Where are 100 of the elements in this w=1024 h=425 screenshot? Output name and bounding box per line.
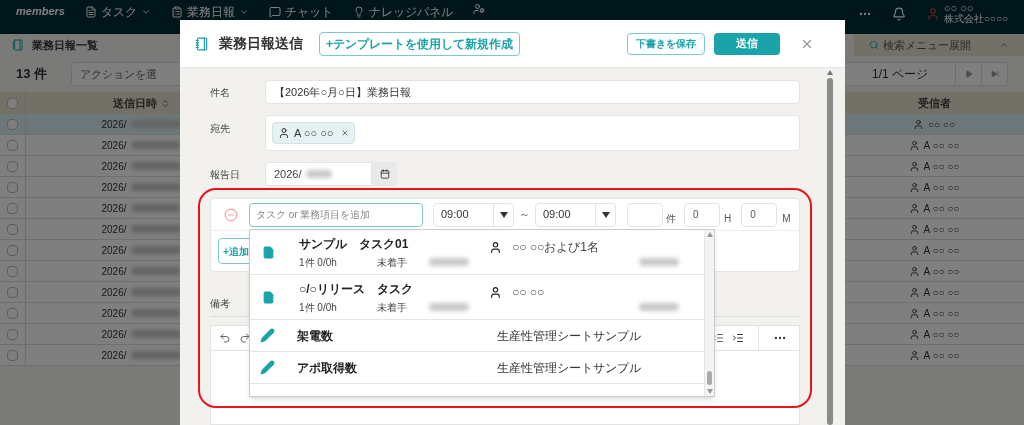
- hours-field[interactable]: 0: [684, 202, 720, 227]
- field-label: 宛先: [210, 122, 231, 136]
- scroll-up-icon[interactable]: [827, 70, 833, 75]
- time-separator: ～: [519, 207, 530, 223]
- avatar-icon: [908, 244, 920, 256]
- table-cell-text: A ○○ ○○: [923, 285, 960, 300]
- scroll-down-icon[interactable]: [706, 389, 713, 394]
- avatar-icon: [908, 265, 920, 277]
- table-cell-text: A ○○ ○○: [923, 201, 960, 216]
- checkbox[interactable]: [7, 244, 18, 256]
- minutes-field[interactable]: 0: [741, 202, 778, 227]
- checkbox[interactable]: [7, 139, 18, 151]
- nav-link[interactable]: タスク: [100, 3, 137, 21]
- undo-icon[interactable]: [219, 332, 231, 344]
- notification-icon[interactable]: [891, 7, 906, 21]
- checkbox[interactable]: [7, 265, 18, 277]
- table-cell-text: A ○○ ○○: [923, 159, 960, 174]
- task-search-field[interactable]: タスク or 業務項目を追加: [249, 202, 423, 227]
- company-name: 株式会社○○○○: [943, 14, 1008, 24]
- nav-link[interactable]: ナレッジパネル: [368, 3, 453, 21]
- sheet-name: 生産性管理シートサンプル: [497, 327, 641, 345]
- task-option[interactable]: ○/○リリース タスク 1件 0/0h 未着手 ○○ ○○: [250, 275, 704, 320]
- table-cell-text: A ○○ ○○: [923, 264, 960, 279]
- redo-icon[interactable]: [239, 332, 251, 344]
- scrollbar-thumb[interactable]: [707, 371, 712, 385]
- table-cell-text: A ○○ ○○: [923, 222, 960, 237]
- field-label: 備考: [210, 298, 230, 309]
- blurred-text: [305, 170, 332, 178]
- chat-icon: [268, 6, 281, 18]
- table-cell-text: A ○○ ○○: [923, 180, 960, 195]
- date-field[interactable]: 2026/: [265, 162, 372, 186]
- avatar-icon: [489, 285, 502, 299]
- blurred-text: [130, 141, 181, 149]
- avatar-icon: [908, 223, 920, 235]
- recipient-field[interactable]: A ○○ ○○: [265, 115, 800, 151]
- remove-row-icon[interactable]: [224, 207, 238, 222]
- book-icon: [12, 39, 24, 51]
- dialog-title: 業務日報送信: [219, 34, 303, 53]
- scroll-up-icon[interactable]: [706, 232, 713, 237]
- pencil-icon: [260, 360, 275, 375]
- avatar-icon: [908, 328, 920, 340]
- pencil-icon: [260, 328, 275, 343]
- task-title: サンプル タスク01: [299, 235, 410, 253]
- dialog-scrollbar[interactable]: [825, 70, 835, 425]
- item-title: アポ取得数: [297, 359, 358, 377]
- table-cell-text: 2026/: [101, 159, 127, 174]
- blurred-text: [130, 351, 181, 359]
- start-time-select[interactable]: 09:00: [433, 202, 514, 227]
- table-cell-text: 2026/: [101, 201, 127, 216]
- unit-label: M: [782, 212, 791, 226]
- blurred-text: [130, 204, 181, 212]
- recipient-chip[interactable]: A ○○ ○○: [272, 122, 356, 144]
- table-cell-text: 2026/: [101, 117, 127, 132]
- task-option[interactable]: サンプル タスク01 1件 0/0h 未着手 ○○ ○○および1名: [250, 230, 704, 275]
- document-icon: [262, 290, 275, 304]
- subject-field[interactable]: 【2026年○月○日】業務日報: [265, 80, 800, 104]
- logo[interactable]: members: [16, 3, 65, 20]
- person-gear-icon[interactable]: [472, 3, 485, 15]
- assignee-name: ○○ ○○: [512, 284, 545, 301]
- avatar-icon: [908, 160, 920, 172]
- checkbox[interactable]: [7, 202, 18, 214]
- table-cell-text: 2026/: [101, 264, 127, 279]
- avatar-icon: [908, 181, 920, 193]
- checkbox[interactable]: [7, 349, 18, 361]
- checkbox[interactable]: [7, 181, 18, 193]
- outdent-icon[interactable]: [712, 332, 724, 344]
- table-cell-text: A ○○ ○○: [923, 243, 960, 258]
- checkbox[interactable]: [7, 307, 18, 319]
- document-icon: [84, 6, 97, 18]
- blurred-text: [639, 258, 679, 266]
- page-indicator: 1/1 ページ: [871, 66, 929, 83]
- calendar-button[interactable]: [372, 162, 397, 186]
- nav-link[interactable]: 業務日報: [186, 3, 235, 21]
- sheet-name: 生産性管理シートサンプル: [497, 359, 641, 377]
- blurred-text: [130, 330, 181, 338]
- indent-icon[interactable]: [732, 332, 744, 344]
- table-cell-text: A ○○ ○○: [923, 306, 960, 321]
- checkbox[interactable]: [7, 160, 18, 172]
- table-cell-text: 2026/: [101, 243, 127, 258]
- book-icon: [195, 36, 209, 51]
- scrollbar-thumb[interactable]: [827, 78, 833, 425]
- avatar-icon[interactable]: [925, 6, 940, 21]
- checkbox[interactable]: [7, 118, 18, 130]
- checkbox[interactable]: [7, 328, 18, 340]
- checkbox[interactable]: [7, 286, 18, 298]
- item-count: 13 件: [16, 65, 48, 84]
- nav-link[interactable]: チャット: [284, 3, 333, 21]
- work-item-option[interactable]: 架電数 生産性管理シートサンプル: [250, 320, 704, 352]
- dropdown-scrollbar[interactable]: [704, 230, 714, 396]
- work-item-option[interactable]: アポ取得数 生産性管理シートサンプル: [250, 352, 704, 384]
- sort-icon[interactable]: [160, 98, 170, 108]
- checkbox[interactable]: [7, 97, 18, 109]
- blurred-text: [130, 120, 181, 128]
- count-field[interactable]: [627, 202, 663, 227]
- task-stats: 1件 0/0h: [299, 255, 338, 270]
- remove-icon[interactable]: [341, 129, 350, 137]
- end-time-select[interactable]: 09:00: [535, 202, 616, 227]
- field-label: 件名: [210, 85, 231, 100]
- table-cell-text: 2026/: [101, 285, 127, 300]
- checkbox[interactable]: [7, 223, 18, 235]
